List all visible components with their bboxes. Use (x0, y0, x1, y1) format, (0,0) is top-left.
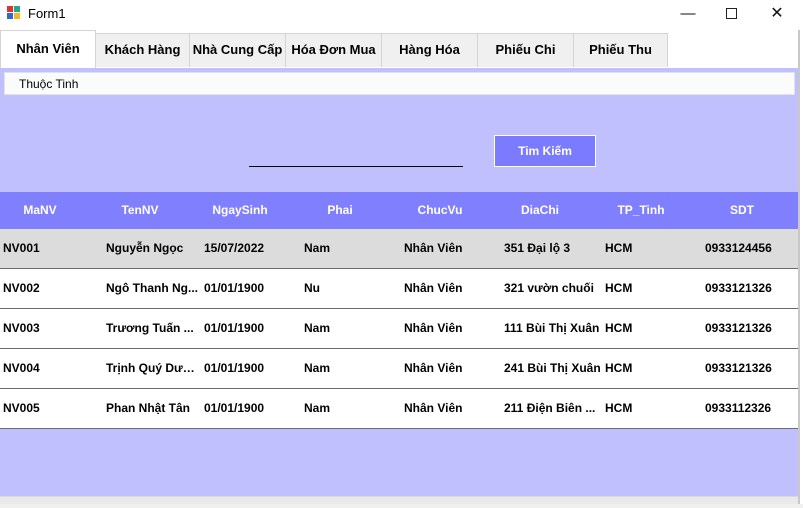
property-label: Thuộc Tinh (19, 77, 79, 91)
cell-sdt: 0933121326 (705, 321, 772, 335)
cell-diachi: 211 Điện Biên ... (504, 401, 596, 415)
tab-phieu-chi[interactable]: Phiếu Chi (477, 33, 574, 67)
column-header-tp-tinh[interactable]: TP_Tinh (590, 192, 692, 229)
cell-tp-tinh: HCM (605, 241, 633, 255)
grid-header: MaNV TenNV NgaySinh Phai ChucVu DiaChi T… (0, 192, 798, 229)
tab-nhan-vien[interactable]: Nhân Viên (0, 30, 96, 70)
cell-tp-tinh: HCM (605, 401, 633, 415)
table-row[interactable]: NV001 Nguyễn Ngọc 15/07/2022 Nam Nhân Vi… (0, 229, 798, 269)
column-header-manv[interactable]: MaNV (0, 192, 80, 229)
tab-strip: Nhân Viên Khách Hàng Nhà Cung Cấp Hóa Đơ… (0, 30, 803, 70)
cell-phai: Nam (304, 241, 331, 255)
maximize-button[interactable] (708, 0, 754, 28)
cell-tennv: Trịnh Quý Dươ... (106, 361, 201, 375)
tab-nha-cung-cap[interactable]: Nhà Cung Cấp (189, 33, 286, 67)
cell-ngaysinh: 01/01/1900 (204, 281, 265, 295)
cell-manv: NV004 (3, 361, 40, 375)
cell-tp-tinh: HCM (605, 281, 633, 295)
cell-phai: Nam (304, 401, 331, 415)
cell-chucvu: Nhân Viên (404, 361, 463, 375)
cell-diachi: 241 Bùi Thị Xuân (504, 361, 601, 375)
search-input[interactable] (249, 147, 463, 167)
window-title: Form1 (28, 6, 66, 21)
cell-manv: NV001 (3, 241, 40, 255)
cell-tennv: Ngô Thanh Ng... (106, 281, 198, 295)
column-header-phai[interactable]: Phai (290, 192, 390, 229)
cell-chucvu: Nhân Viên (404, 401, 463, 415)
column-header-sdt[interactable]: SDT (692, 192, 792, 229)
cell-ngaysinh: 01/01/1900 (204, 321, 265, 335)
minimize-button[interactable]: — (665, 0, 711, 28)
cell-tennv: Nguyễn Ngọc (106, 241, 184, 255)
cell-phai: Nam (304, 321, 331, 335)
cell-sdt: 0933121326 (705, 281, 772, 295)
cell-manv: NV003 (3, 321, 40, 335)
cell-tp-tinh: HCM (605, 361, 633, 375)
column-header-chucvu[interactable]: ChucVu (390, 192, 490, 229)
title-bar: Form1 — ✕ (0, 0, 803, 28)
column-header-tennv[interactable]: TenNV (90, 192, 190, 229)
cell-manv: NV002 (3, 281, 40, 295)
column-header-ngaysinh[interactable]: NgaySinh (190, 192, 290, 229)
cell-tennv: Phan Nhật Tân (106, 401, 191, 415)
cell-phai: Nu (304, 281, 320, 295)
window-bottom-edge (0, 504, 803, 508)
cell-ngaysinh: 01/01/1900 (204, 361, 265, 375)
cell-diachi: 351 Đại lộ 3 (504, 241, 571, 255)
close-icon: ✕ (770, 5, 784, 22)
cell-diachi: 111 Bùi Thị Xuân (504, 321, 600, 335)
horizontal-scrollbar[interactable] (0, 496, 798, 504)
tab-phieu-thu[interactable]: Phiếu Thu (573, 33, 668, 67)
table-row[interactable]: NV005 Phan Nhật Tân 01/01/1900 Nam Nhân … (0, 389, 798, 429)
panel-border (798, 30, 800, 504)
table-row[interactable]: NV002 Ngô Thanh Ng... 01/01/1900 Nu Nhân… (0, 269, 798, 309)
property-bar[interactable]: Thuộc Tinh (4, 72, 795, 95)
cell-diachi: 321 vườn chuối (504, 281, 594, 295)
cell-sdt: 0933121326 (705, 361, 772, 375)
table-row[interactable]: NV004 Trịnh Quý Dươ... 01/01/1900 Nam Nh… (0, 349, 798, 389)
cell-sdt: 0933112326 (705, 401, 772, 415)
cell-tp-tinh: HCM (605, 321, 633, 335)
tab-khach-hang[interactable]: Khách Hàng (95, 33, 190, 67)
employee-grid[interactable]: MaNV TenNV NgaySinh Phai ChucVu DiaChi T… (0, 192, 798, 429)
search-button[interactable]: Tim Kiếm (494, 135, 596, 167)
tab-content-nhan-vien: Thuộc Tinh Tim Kiếm MaNV TenNV NgaySinh … (0, 68, 798, 503)
cell-ngaysinh: 15/07/2022 (204, 241, 265, 255)
column-header-diachi[interactable]: DiaChi (490, 192, 590, 229)
tab-hang-hoa[interactable]: Hàng Hóa (381, 33, 478, 67)
cell-chucvu: Nhân Viên (404, 281, 463, 295)
cell-chucvu: Nhân Viên (404, 241, 463, 255)
tab-hoa-don-mua[interactable]: Hóa Đơn Mua (285, 33, 382, 67)
cell-sdt: 0933124456 (705, 241, 772, 255)
close-button[interactable]: ✕ (754, 0, 800, 28)
cell-chucvu: Nhân Viên (404, 321, 463, 335)
cell-tennv: Trương Tuấn ... (106, 321, 194, 335)
table-row[interactable]: NV003 Trương Tuấn ... 01/01/1900 Nam Nhâ… (0, 309, 798, 349)
app-icon (7, 6, 21, 20)
cell-manv: NV005 (3, 401, 40, 415)
cell-ngaysinh: 01/01/1900 (204, 401, 265, 415)
maximize-icon (725, 7, 737, 19)
minimize-icon: — (680, 5, 696, 22)
cell-phai: Nam (304, 361, 331, 375)
